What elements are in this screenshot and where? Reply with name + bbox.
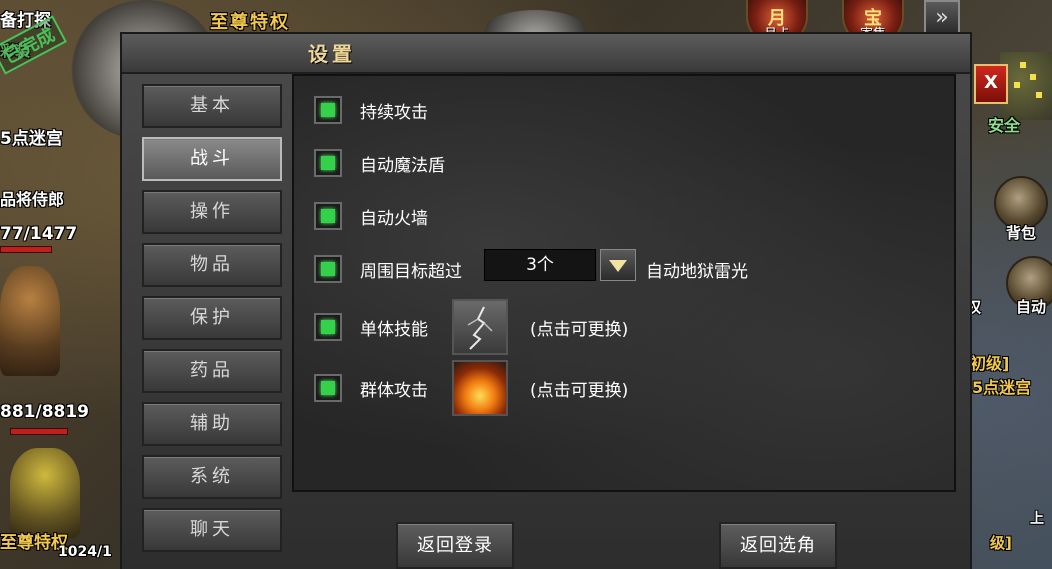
companion-hp-text: 881/8819	[0, 402, 90, 422]
nearby-targets-label: 周围目标超过	[360, 262, 462, 282]
auto-magic-shield-checkbox[interactable]	[314, 149, 342, 177]
chevron-down-icon[interactable]	[600, 249, 636, 281]
group-attack-checkbox[interactable]	[314, 374, 342, 402]
companion-character	[10, 448, 80, 538]
single-skill-label: 单体技能	[360, 320, 428, 340]
nearby-targets-checkbox[interactable]	[314, 255, 342, 283]
auto-battle-label: 自动	[1016, 298, 1047, 316]
auto-firewall-label: 自动火墙	[360, 209, 428, 229]
settings-tab-list: 基本 战斗 操作 物品 保护 药品 辅助 系统 聊天	[138, 80, 288, 569]
continuous-attack-checkbox[interactable]	[314, 96, 342, 124]
player-hp-bar	[0, 246, 52, 253]
quest-location-text: 5点迷宫	[0, 129, 63, 149]
tab-basic[interactable]: 基本	[142, 84, 282, 128]
lightning-skill-icon[interactable]	[452, 299, 508, 355]
tab-items[interactable]: 物品	[142, 243, 282, 287]
target-count-select[interactable]: 3个	[484, 249, 596, 281]
tab-protection[interactable]: 保护	[142, 296, 282, 340]
single-skill-checkbox[interactable]	[314, 313, 342, 341]
bag-label: 背包	[1006, 224, 1037, 242]
auto-hell-thunder-label: 自动地狱雷光	[646, 262, 748, 282]
expand-menu-button[interactable]: »	[924, 0, 960, 36]
dialog-title: 设置	[308, 42, 356, 66]
player-hp-text: 77/1477	[0, 224, 78, 244]
group-attack-hint: (点击可更换)	[530, 381, 629, 401]
tab-chat[interactable]: 聊天	[142, 508, 282, 552]
dialog-title-bar[interactable]: 设置	[122, 34, 970, 74]
map-name-text: 5点迷宫	[972, 378, 1032, 397]
back-to-login-button[interactable]: 返回登录	[396, 522, 514, 569]
map-level-text-2: 级]	[990, 534, 1012, 552]
group-attack-row: 群体攻击 (点击可更换)	[314, 360, 714, 416]
auto-magic-shield-label: 自动魔法盾	[360, 156, 445, 176]
tab-combat[interactable]: 战斗	[142, 137, 282, 181]
companion-hp-bar	[10, 428, 68, 435]
tab-system[interactable]: 系统	[142, 455, 282, 499]
continuous-attack-label: 持续攻击	[360, 103, 428, 123]
tab-assist[interactable]: 辅助	[142, 402, 282, 446]
fire-skill-icon[interactable]	[452, 360, 508, 416]
safe-zone-text: 安全	[988, 116, 1021, 135]
map-edge-text: 上	[1030, 511, 1044, 527]
tab-potions[interactable]: 药品	[142, 349, 282, 393]
npc-name-text: 品将侍郎	[0, 190, 65, 209]
map-level-text: 初级]	[970, 354, 1010, 373]
close-button[interactable]: X	[974, 64, 1008, 104]
single-skill-hint: (点击可更换)	[530, 320, 629, 340]
player-character	[0, 266, 60, 376]
single-skill-row: 单体技能 (点击可更换)	[314, 299, 714, 355]
nearby-targets-row: 周围目标超过 3个 自动地狱雷光	[314, 249, 814, 295]
back-to-role-select-button[interactable]: 返回选角	[719, 522, 837, 569]
auto-firewall-checkbox[interactable]	[314, 202, 342, 230]
companion-level-text: 1024/1	[58, 544, 112, 560]
group-attack-label: 群体攻击	[360, 381, 428, 401]
vip-banner-top: 至尊特权	[210, 12, 290, 33]
tab-operation[interactable]: 操作	[142, 190, 282, 234]
